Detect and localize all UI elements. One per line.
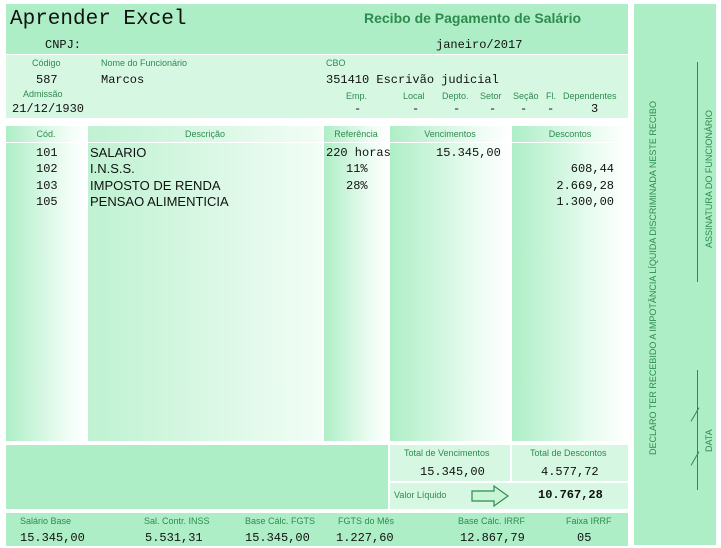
total-vencimentos-label: Total de Vencimentos (404, 448, 490, 458)
employee-cbo: 351410 Escrivão judicial (326, 73, 499, 87)
dependentes-value: 3 (591, 102, 599, 116)
footer-band (6, 513, 628, 546)
company-name: Aprender Excel (10, 8, 187, 31)
header-descontos: Descontos (548, 129, 592, 139)
local-value: - (412, 102, 420, 116)
date-label: DATA (704, 429, 714, 452)
fl-label: Fl. (546, 91, 556, 101)
base-irrf-label: Base Cálc. IRRF (458, 516, 526, 526)
employee-name: Marcos (101, 73, 145, 87)
admission-date: 21/12/1930 (12, 102, 85, 116)
row-referencia: 28% (346, 179, 368, 193)
setor-label: Setor (480, 91, 502, 101)
row-referencia: 11% (346, 162, 368, 176)
header-referencia: Referência (334, 129, 378, 139)
fgts-mes-label: FGTS do Mês (338, 516, 395, 526)
row-descricao: PENSAO ALIMENTICIA (90, 194, 229, 209)
row-descricao: I.N.S.S. (90, 161, 135, 176)
local-label: Local (403, 91, 425, 101)
setor-value: - (489, 102, 497, 116)
total-descontos-value: 4.577,72 (541, 465, 599, 479)
row-descricao: IMPOSTO DE RENDA (90, 178, 221, 193)
totals-left-band (6, 445, 388, 509)
total-vencimentos-value: 15.345,00 (420, 465, 485, 479)
receipt-stub (634, 4, 716, 545)
signature-label: ASSINATURA DO FUNCIONÁRIO (704, 110, 714, 248)
row-cod: 101 (36, 146, 58, 160)
header-cod: Cód. (36, 129, 56, 139)
code-label: Código (32, 58, 61, 68)
liquido-value: 10.767,28 (538, 488, 603, 502)
row-referencia: 220 horas (326, 146, 391, 160)
row-descontos: 608,44 (570, 162, 614, 176)
cnpj-label: CNPJ: (45, 38, 82, 52)
emp-label: Emp. (346, 91, 368, 101)
row-cod: 102 (36, 162, 58, 176)
row-cod: 103 (36, 179, 58, 193)
row-vencimentos: 15.345,00 (436, 146, 501, 160)
fgts-mes-value: 1.227,60 (336, 531, 394, 545)
signature-line (697, 62, 698, 282)
secao-label: Seção (513, 91, 539, 101)
header-vencimentos: Vencimentos (424, 129, 476, 139)
row-descricao: SALARIO (90, 145, 147, 160)
salario-base-label: Salário Base (20, 516, 72, 526)
faixa-irrf-value: 05 (577, 531, 592, 545)
base-fgts-value: 15.345,00 (245, 531, 310, 545)
employee-band (6, 55, 628, 118)
declaration-text: DECLARO TER RECEBIDO A IMPOTÂNCIA LÍQUID… (648, 101, 658, 455)
dependentes-label: Dependentes (563, 91, 617, 101)
admission-label: Admissão (23, 89, 63, 99)
cbo-label: CBO (326, 58, 346, 68)
total-descontos-label: Total de Descontos (530, 448, 607, 458)
faixa-irrf-label: Faixa IRRF (566, 516, 612, 526)
header-descricao: Descrição (184, 129, 225, 139)
base-fgts-label: Base Cálc. FGTS (245, 516, 316, 526)
employee-code: 587 (36, 73, 58, 87)
depto-value: - (453, 102, 461, 116)
liquido-label: Valor Líquido (394, 490, 447, 500)
emp-value: - (354, 102, 362, 116)
depto-label: Depto. (442, 91, 469, 101)
header-divider (6, 142, 628, 143)
sal-contr-inss-value: 5.531,31 (145, 531, 203, 545)
row-cod: 105 (36, 195, 58, 209)
base-irrf-value: 12.867,79 (460, 531, 525, 545)
row-descontos: 2.669,28 (556, 179, 614, 193)
name-label: Nome do Funcionário (101, 58, 188, 68)
arrow-right-icon (471, 484, 510, 508)
row-descontos: 1.300,00 (556, 195, 614, 209)
receipt-title: Recibo de Pagamento de Salário (364, 10, 582, 26)
sal-contr-inss-label: Sal. Contr. INSS (144, 516, 210, 526)
secao-value: - (520, 102, 528, 116)
date-line (697, 370, 698, 490)
col-vencimentos (390, 126, 510, 441)
fl-value: - (547, 102, 555, 116)
period: janeiro/2017 (436, 38, 523, 52)
salario-base-value: 15.345,00 (20, 531, 85, 545)
